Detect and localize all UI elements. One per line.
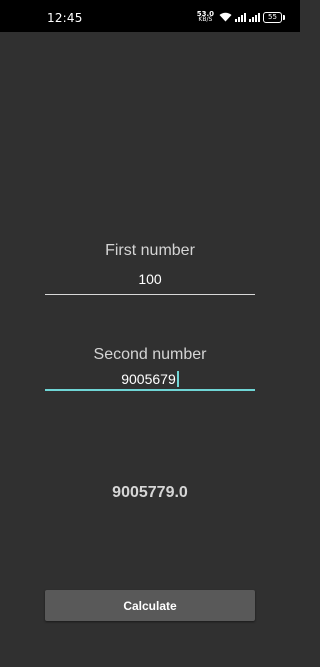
text-cursor	[176, 371, 179, 387]
calculate-button[interactable]: Calculate	[45, 590, 255, 621]
second-number-value: 9005679	[121, 371, 176, 387]
signal-icon	[249, 12, 260, 22]
second-number-label: Second number	[93, 346, 207, 363]
status-bar: 12:45 53.0 KB/S 55	[0, 0, 300, 32]
second-number-underline	[45, 389, 255, 391]
first-number-label: First number	[105, 242, 195, 259]
first-number-underline	[45, 294, 255, 295]
signal-icon	[235, 12, 246, 22]
status-time: 12:45	[47, 11, 83, 25]
second-number-input[interactable]: 9005679	[45, 371, 255, 387]
network-speed: 53.0 KB/S	[197, 11, 214, 23]
status-icons: 53.0 KB/S 55	[197, 10, 285, 24]
battery-level: 55	[268, 12, 277, 21]
result-text: 9005779.0	[112, 484, 188, 501]
first-number-input[interactable]: 100	[45, 271, 255, 287]
battery-icon: 55	[263, 11, 285, 23]
network-speed-unit: KB/S	[198, 16, 213, 23]
wifi-icon	[219, 12, 232, 22]
